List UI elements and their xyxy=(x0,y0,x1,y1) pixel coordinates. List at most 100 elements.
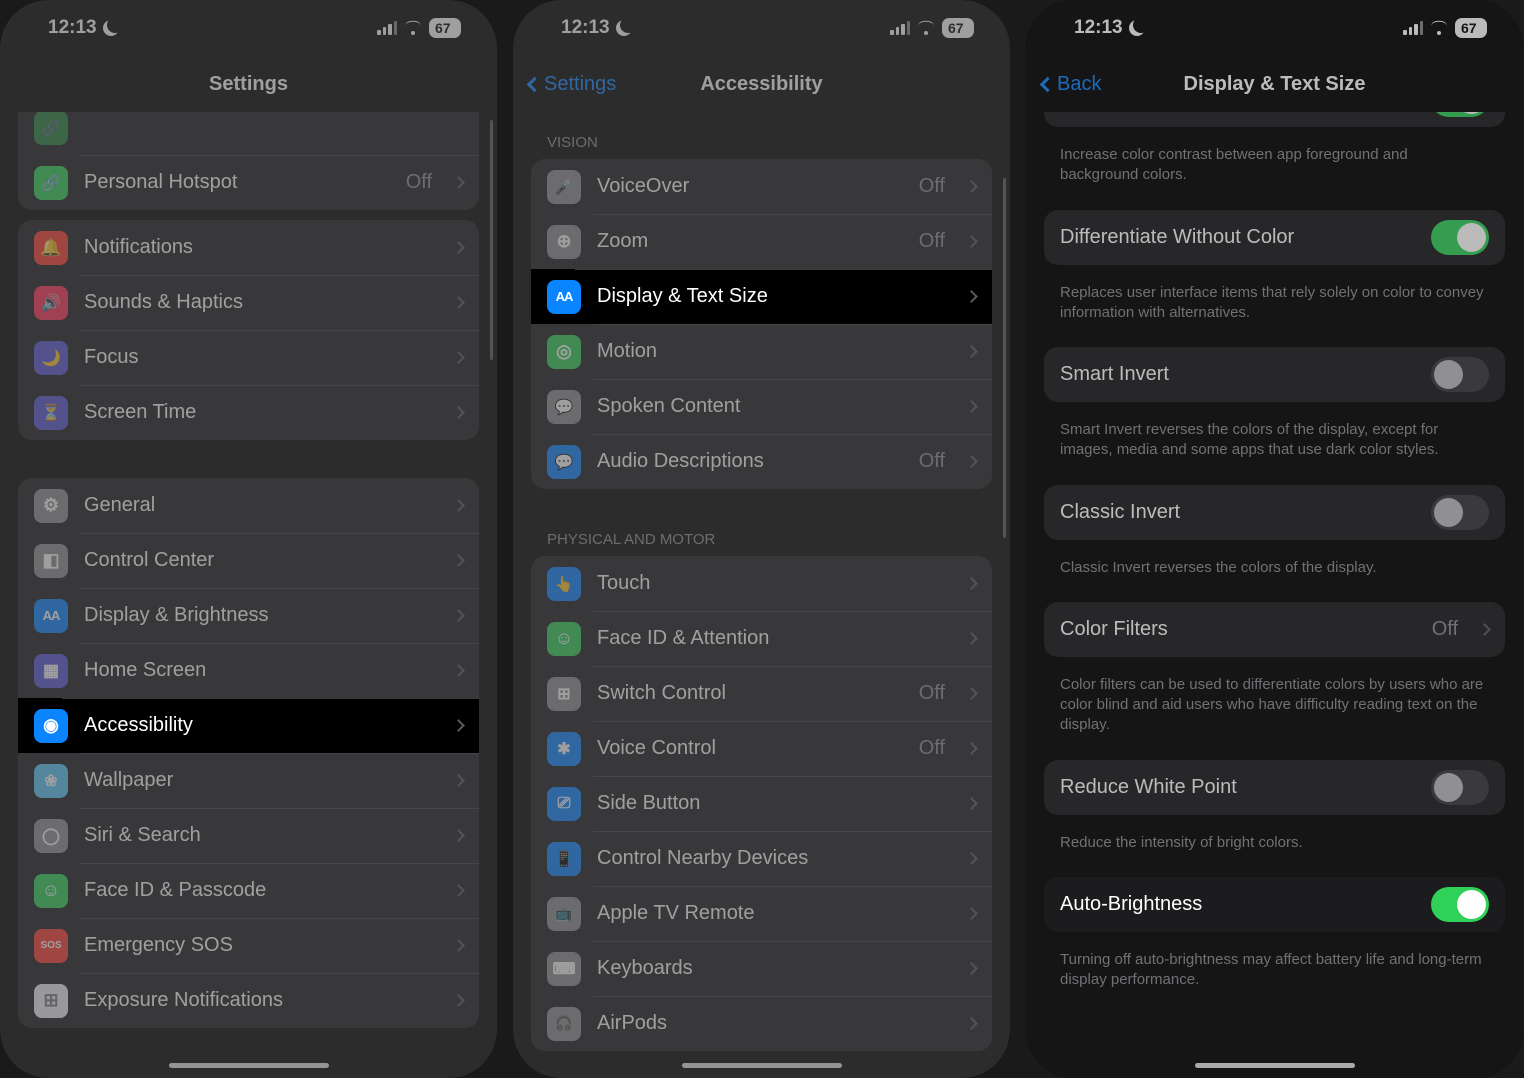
list-item[interactable]: Voice ControlOff xyxy=(531,721,992,776)
footer-text: Classic Invert reverses the colors of th… xyxy=(1026,550,1523,602)
list-item[interactable]: Smart Invert xyxy=(1044,347,1505,402)
list-item[interactable]: Motion xyxy=(531,324,992,379)
list-item[interactable]: ZoomOff xyxy=(531,214,992,269)
list-item[interactable]: AirPods xyxy=(531,996,992,1051)
g-moon2-icon xyxy=(34,341,68,375)
accessibility-list[interactable]: VISION VoiceOverOffZoomOff Display & Text… xyxy=(513,112,1010,1078)
toggle-switch[interactable] xyxy=(1431,770,1489,805)
chevron-right-icon xyxy=(965,797,978,810)
row-label: Display & Brightness xyxy=(84,604,432,627)
list-item[interactable]: Sounds & Haptics xyxy=(18,275,479,330)
g-bell-icon xyxy=(34,231,68,265)
list-item[interactable] xyxy=(18,112,479,155)
list-item[interactable]: Focus xyxy=(18,330,479,385)
back-button[interactable]: Settings xyxy=(529,73,616,96)
list-item[interactable]: Classic Invert xyxy=(1044,485,1505,540)
row-label: Personal Hotspot xyxy=(84,171,390,194)
list-item[interactable]: Exposure Notifications xyxy=(18,973,479,1028)
list-item[interactable]: VoiceOverOff xyxy=(531,159,992,214)
g-hourglass-icon xyxy=(34,396,68,430)
list-item[interactable]: Notifications xyxy=(18,220,479,275)
list-item[interactable]: Auto-Brightness xyxy=(1044,877,1505,932)
display-text-list[interactable]: Increase color contrast between app fore… xyxy=(1026,112,1523,1078)
chevron-right-icon xyxy=(452,296,465,309)
list-item[interactable]: Wallpaper xyxy=(18,753,479,808)
footer-text: Color filters can be used to differentia… xyxy=(1026,667,1523,760)
g-audio-icon xyxy=(547,445,581,479)
phone-accessibility: 12:13 67 Settings Accessibility VISION V… xyxy=(513,0,1010,1078)
nav-header: Settings xyxy=(0,56,497,112)
status-bar: 12:13 67 xyxy=(1026,0,1523,56)
list-item[interactable]: Apple TV Remote xyxy=(531,886,992,941)
row-label: Face ID & Attention xyxy=(597,627,945,650)
g-touch-icon xyxy=(547,567,581,601)
list-item[interactable]: Reduce White Point xyxy=(1044,760,1505,815)
chevron-right-icon xyxy=(452,994,465,1007)
row-label: Face ID & Passcode xyxy=(84,879,432,902)
scrollbar[interactable] xyxy=(490,120,493,360)
list-item[interactable]: Siri & Search xyxy=(18,808,479,863)
toggle-switch[interactable] xyxy=(1431,357,1489,392)
chevron-right-icon xyxy=(452,774,465,787)
chevron-right-icon xyxy=(965,180,978,193)
toggle-switch[interactable] xyxy=(1431,220,1489,255)
row-label: Control Center xyxy=(84,549,432,572)
list-item[interactable]: Face ID & Attention xyxy=(531,611,992,666)
scrollbar[interactable] xyxy=(1003,178,1006,538)
list-item[interactable]: Differentiate Without Color xyxy=(1044,210,1505,265)
chevron-right-icon xyxy=(965,290,978,303)
list-item[interactable]: Color FiltersOff xyxy=(1044,602,1505,657)
footer-text: Smart Invert reverses the colors of the … xyxy=(1026,412,1523,485)
g-grid-icon xyxy=(34,654,68,688)
home-indicator[interactable] xyxy=(1195,1063,1355,1068)
group-notifications: NotificationsSounds & HapticsFocusScreen… xyxy=(18,220,479,440)
status-time: 12:13 xyxy=(561,17,610,39)
list-item[interactable]: Touch xyxy=(531,556,992,611)
list-item[interactable]: General xyxy=(18,478,479,533)
chevron-right-icon xyxy=(452,351,465,364)
row-label: Display & Text Size xyxy=(597,285,945,308)
list-item[interactable]: Accessibility xyxy=(18,698,479,753)
list-item[interactable]: Spoken Content xyxy=(531,379,992,434)
cellular-icon xyxy=(890,21,910,35)
list-item[interactable]: Side Button xyxy=(531,776,992,831)
list-item-personal-hotspot[interactable]: Personal Hotspot Off xyxy=(18,155,479,210)
back-label: Settings xyxy=(544,73,616,96)
setting-block: Auto-Brightness xyxy=(1044,877,1505,932)
list-item[interactable]: Display & Text Size xyxy=(531,269,992,324)
list-item[interactable]: Audio DescriptionsOff xyxy=(531,434,992,489)
list-item[interactable]: Control Nearby Devices xyxy=(531,831,992,886)
list-item[interactable]: Keyboards xyxy=(531,941,992,996)
settings-list[interactable]: Personal Hotspot Off NotificationsSounds… xyxy=(0,112,497,1078)
list-item[interactable]: Display & Brightness xyxy=(18,588,479,643)
list-item[interactable]: Switch ControlOff xyxy=(531,666,992,721)
chevron-right-icon xyxy=(1478,623,1491,636)
back-button[interactable]: Back xyxy=(1042,73,1101,96)
row-label: Motion xyxy=(597,340,945,363)
chevron-right-icon xyxy=(965,1017,978,1030)
home-indicator[interactable] xyxy=(682,1063,842,1068)
home-indicator[interactable] xyxy=(169,1063,329,1068)
list-item[interactable]: Emergency SOS xyxy=(18,918,479,973)
list-item[interactable]: Home Screen xyxy=(18,643,479,698)
chevron-right-icon xyxy=(965,455,978,468)
g-gear-icon xyxy=(34,489,68,523)
row-label: Keyboards xyxy=(597,957,945,980)
list-item[interactable]: Control Center xyxy=(18,533,479,588)
toggle-switch[interactable] xyxy=(1431,495,1489,530)
toggle-switch[interactable] xyxy=(1431,887,1489,922)
chevron-right-icon xyxy=(452,176,465,189)
hotspot-icon xyxy=(34,112,68,145)
chevron-right-icon xyxy=(452,829,465,842)
list-item[interactable]: Face ID & Passcode xyxy=(18,863,479,918)
toggle-switch[interactable] xyxy=(1431,112,1489,117)
g-tv-icon xyxy=(547,897,581,931)
row-label: Zoom xyxy=(597,230,903,253)
g-spoken-icon xyxy=(547,390,581,424)
nav-header: Settings Accessibility xyxy=(513,56,1010,112)
g-speaker-icon xyxy=(34,286,68,320)
list-item[interactable]: Screen Time xyxy=(18,385,479,440)
list-item[interactable] xyxy=(1044,112,1505,127)
row-label: Touch xyxy=(597,572,945,595)
section-header-vision: VISION xyxy=(513,112,1010,159)
